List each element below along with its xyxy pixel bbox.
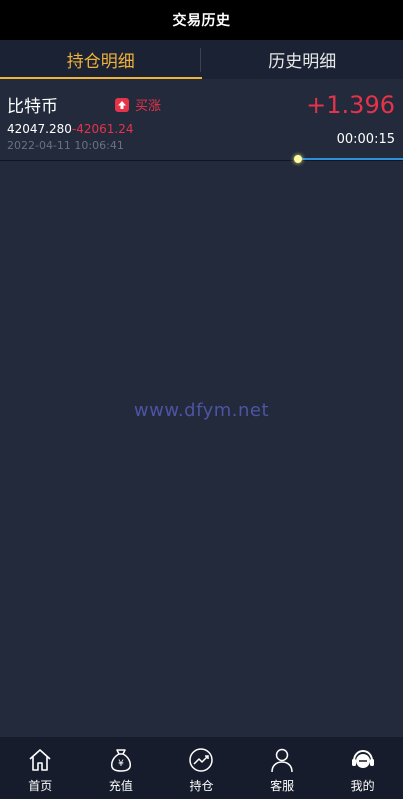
tab-history[interactable]: 历史明细 <box>202 40 403 79</box>
nav-label-positions: 持仓 <box>189 779 214 793</box>
tab-divider <box>200 48 201 72</box>
arrow-up-icon <box>115 97 129 112</box>
current-price: 42061.24 <box>76 122 134 136</box>
asset-name: 比特币 <box>7 97 58 117</box>
countdown-timer: 00:00:15 <box>336 132 395 147</box>
headset-icon <box>351 749 374 768</box>
money-bag-icon: ¥ <box>110 749 131 772</box>
home-icon <box>29 749 51 771</box>
nav-label-service: 客服 <box>270 779 295 793</box>
countdown-progress <box>294 155 403 163</box>
svg-text:¥: ¥ <box>118 759 124 769</box>
chart-icon <box>189 748 214 772</box>
progress-fill <box>301 158 403 160</box>
nav-mine[interactable]: 我的 <box>322 737 403 799</box>
open-time: 2022-04-11 10:06:41 <box>7 139 124 152</box>
nav-service[interactable]: 客服 <box>242 737 323 799</box>
tab-bar: 持仓明细 历史明细 <box>0 40 403 79</box>
nav-label-mine: 我的 <box>350 779 375 793</box>
direction-badge: 买涨 <box>115 95 161 114</box>
profit-loss: +1.396 <box>306 91 395 119</box>
nav-label-recharge: 充值 <box>108 779 133 793</box>
person-icon <box>271 748 293 773</box>
tab-positions[interactable]: 持仓明细 <box>0 40 202 79</box>
position-row[interactable]: 比特币 买涨 42047.280-42061.24 2022-04-11 10:… <box>0 79 403 161</box>
nav-positions[interactable]: 持仓 <box>161 737 242 799</box>
direction-label: 买涨 <box>135 99 162 114</box>
bottom-nav: 首页 ¥ 充值 持仓 客服 我的 <box>0 737 403 799</box>
page-header: 交易历史 <box>0 0 403 40</box>
open-price: 42047.280 <box>7 122 72 136</box>
nav-recharge[interactable]: ¥ 充值 <box>81 737 162 799</box>
progress-dot <box>294 155 302 163</box>
nav-label-home: 首页 <box>28 779 53 793</box>
page-title: 交易历史 <box>172 13 231 29</box>
nav-home[interactable]: 首页 <box>0 737 81 799</box>
watermark-text: www.dfym.net <box>133 400 270 421</box>
price-range: 42047.280-42061.24 <box>7 122 134 136</box>
